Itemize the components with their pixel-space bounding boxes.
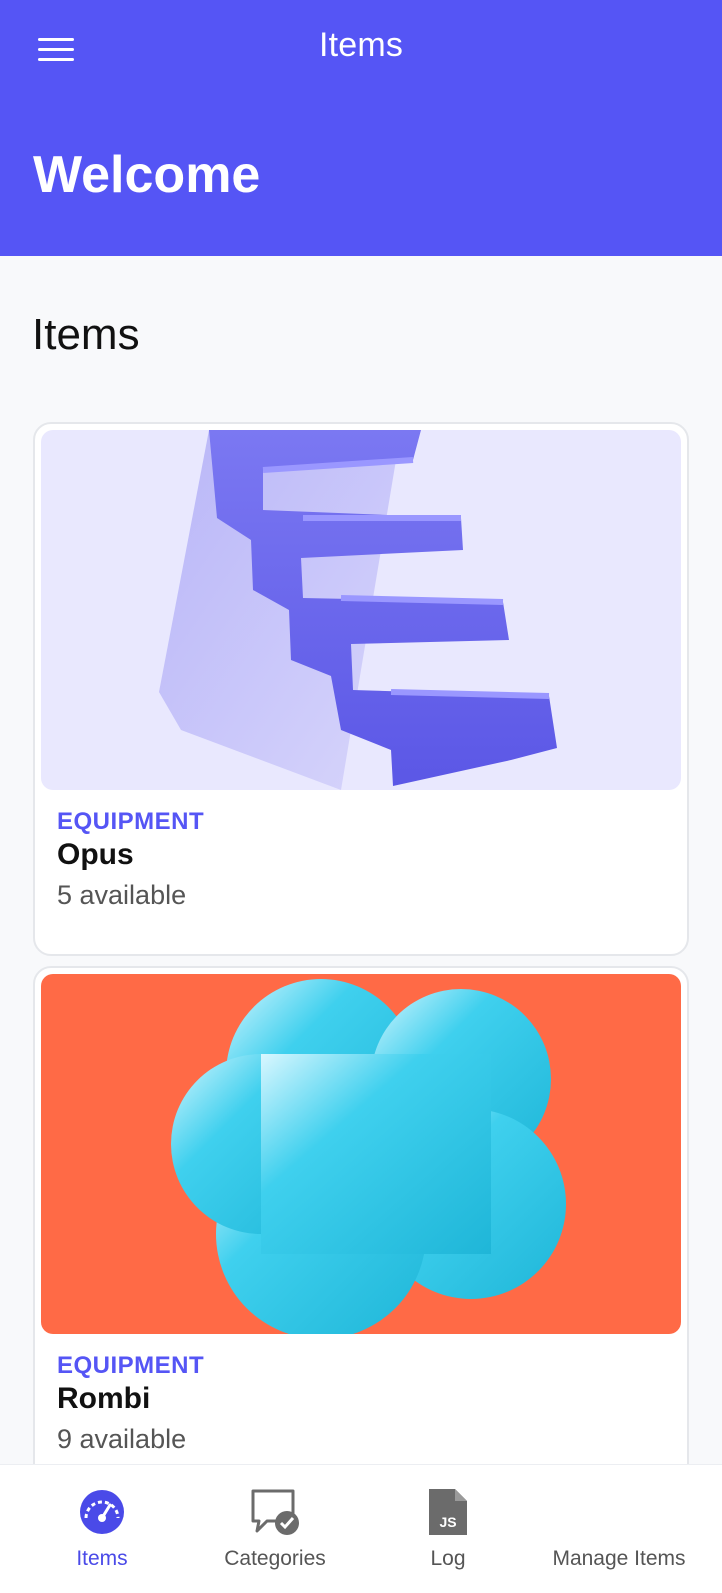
stairs-illustration	[159, 430, 557, 790]
dashboard-gauge-icon	[80, 1490, 124, 1534]
item-image-cloud	[41, 974, 681, 1334]
item-availability: 5 available	[57, 880, 187, 910]
svg-text:JS: JS	[439, 1514, 456, 1530]
item-name: Rombi	[57, 1382, 151, 1415]
tab-label: Log	[430, 1547, 466, 1570]
item-name: Opus	[57, 838, 134, 871]
bottom-tab-bar: Items Categories JS Log Manage Items	[0, 1464, 722, 1593]
tab-categories[interactable]: Categories	[190, 1465, 360, 1593]
item-availability: 9 available	[57, 1424, 187, 1454]
tab-label: Categories	[224, 1547, 326, 1570]
section-title: Items	[32, 310, 140, 359]
welcome-heading: Welcome	[33, 146, 261, 204]
tab-label: Manage Items	[552, 1547, 686, 1570]
app-header: Items Welcome	[0, 0, 722, 256]
item-image-stairs	[41, 430, 681, 790]
cloud-shape-illustration	[171, 979, 566, 1334]
tab-label: Items	[76, 1547, 128, 1570]
item-card[interactable]: EQUIPMENT Rombi 9 available	[33, 966, 689, 1496]
item-category: EQUIPMENT	[57, 808, 205, 835]
item-category: EQUIPMENT	[57, 1352, 205, 1379]
js-file-icon: JS	[429, 1489, 467, 1535]
item-card[interactable]: EQUIPMENT Opus 5 available	[33, 422, 689, 956]
tab-log[interactable]: JS Log	[366, 1465, 530, 1593]
tab-items[interactable]: Items	[20, 1465, 184, 1593]
chat-check-icon	[251, 1489, 299, 1535]
header-title: Items	[318, 26, 404, 64]
tab-manage-items[interactable]: Manage Items	[536, 1465, 702, 1593]
